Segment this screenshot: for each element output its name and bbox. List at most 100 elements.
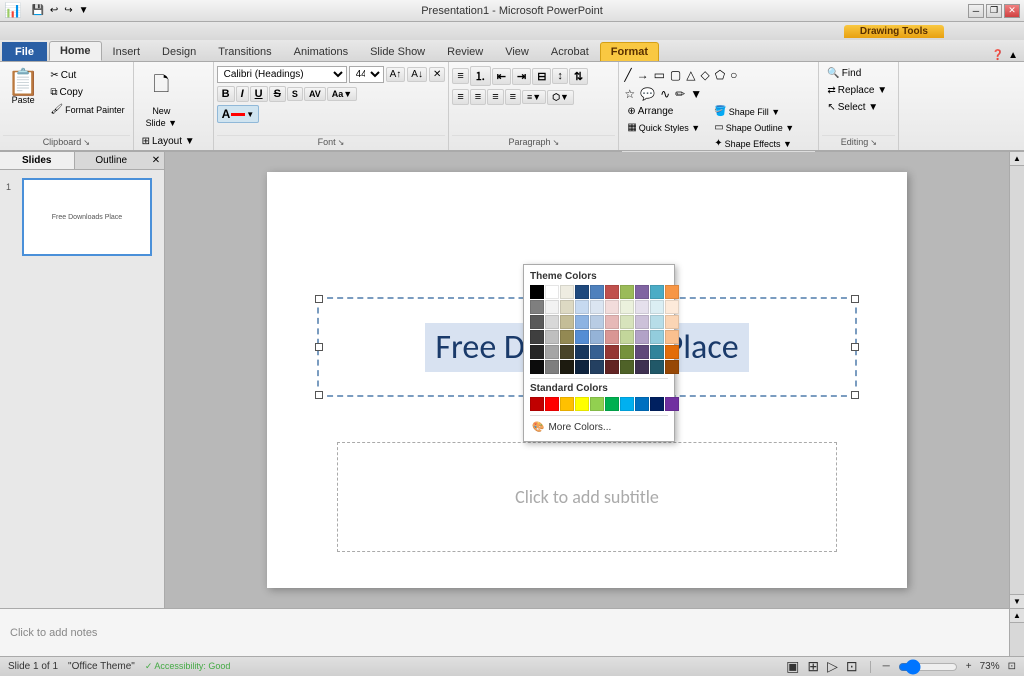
shape-effects-button[interactable]: ✦ Shape Effects ▼ [709, 136, 799, 151]
minimize-button[interactable]: ─ [968, 4, 984, 18]
shape-fill-button[interactable]: 🪣 Shape Fill ▼ [709, 104, 799, 119]
theme-color-cell[interactable] [590, 315, 604, 329]
theme-color-cell[interactable] [650, 330, 664, 344]
theme-color-cell[interactable] [605, 315, 619, 329]
shape-freeform[interactable]: ✏ [673, 85, 687, 103]
theme-color-cell[interactable] [665, 285, 679, 299]
theme-color-cell[interactable] [650, 315, 664, 329]
scroll-down-button[interactable]: ▼ [1010, 594, 1024, 608]
theme-color-cell[interactable] [620, 315, 634, 329]
theme-color-cell[interactable] [620, 360, 634, 374]
justify-button[interactable]: ≡ [505, 89, 521, 105]
theme-color-cell[interactable] [545, 345, 559, 359]
zoom-slider[interactable] [898, 661, 958, 673]
bold-button[interactable]: B [217, 86, 235, 102]
align-center-button[interactable]: ≡ [470, 89, 486, 105]
standard-color-cell[interactable] [650, 397, 664, 411]
theme-color-cell[interactable] [665, 315, 679, 329]
theme-color-cell[interactable] [530, 330, 544, 344]
minimize-ribbon-icon[interactable]: ▲ [1008, 50, 1018, 61]
tab-transitions[interactable]: Transitions [207, 42, 282, 61]
restore-button[interactable]: ❐ [986, 4, 1002, 18]
theme-color-cell[interactable] [560, 330, 574, 344]
cut-button[interactable]: ✂ Cut [45, 68, 129, 83]
theme-color-cell[interactable] [605, 345, 619, 359]
fit-window-button[interactable]: ⊡ [1008, 661, 1016, 672]
help-icon[interactable]: ❓ [992, 50, 1004, 61]
theme-color-cell[interactable] [560, 360, 574, 374]
theme-color-cell[interactable] [575, 315, 589, 329]
theme-color-cell[interactable] [665, 345, 679, 359]
view-slideshow-button[interactable]: ⊡ [846, 658, 858, 675]
tab-acrobat[interactable]: Acrobat [540, 42, 600, 61]
paste-button[interactable]: 📋 Paste [3, 66, 43, 108]
shape-pentagon[interactable]: ⬠ [713, 66, 727, 84]
tab-file[interactable]: File [2, 42, 47, 61]
standard-color-cell[interactable] [620, 397, 634, 411]
slide-subtitle-box[interactable]: Click to add subtitle [337, 442, 837, 552]
theme-color-cell[interactable] [590, 330, 604, 344]
find-button[interactable]: 🔍 Find [822, 66, 866, 81]
convert-smartart-button[interactable]: ⬡▼ [547, 90, 574, 105]
handle-middle-right[interactable] [851, 343, 859, 351]
theme-color-cell[interactable] [530, 345, 544, 359]
theme-color-cell[interactable] [575, 330, 589, 344]
view-reading-button[interactable]: ▷ [827, 658, 838, 675]
shape-callout[interactable]: 💬 [638, 85, 657, 103]
theme-color-cell[interactable] [575, 345, 589, 359]
align-right-button[interactable]: ≡ [487, 89, 503, 105]
theme-color-cell[interactable] [605, 330, 619, 344]
increase-indent-button[interactable]: ⇥ [512, 68, 531, 85]
increase-font-button[interactable]: A↑ [386, 67, 406, 82]
shape-curve[interactable]: ∿ [658, 85, 672, 103]
theme-color-cell[interactable] [635, 360, 649, 374]
theme-color-cell[interactable] [545, 285, 559, 299]
columns-button[interactable]: ⊟ [532, 68, 551, 85]
theme-color-cell[interactable] [560, 285, 574, 299]
tab-slide-show[interactable]: Slide Show [359, 42, 436, 61]
theme-color-cell[interactable] [560, 300, 574, 314]
theme-color-cell[interactable] [635, 315, 649, 329]
theme-color-cell[interactable] [635, 345, 649, 359]
theme-color-cell[interactable] [635, 330, 649, 344]
theme-color-cell[interactable] [530, 315, 544, 329]
shape-rounded-rect[interactable]: ▢ [668, 66, 683, 84]
shape-circle[interactable]: ○ [728, 66, 739, 84]
standard-color-cell[interactable] [560, 397, 574, 411]
view-slide-sorter-button[interactable]: ⊞ [807, 658, 819, 675]
theme-color-cell[interactable] [530, 360, 544, 374]
theme-color-cell[interactable] [545, 300, 559, 314]
tab-insert[interactable]: Insert [102, 42, 152, 61]
decrease-indent-button[interactable]: ⇤ [492, 68, 511, 85]
slides-tab[interactable]: Slides [0, 152, 75, 169]
standard-color-cell[interactable] [530, 397, 544, 411]
theme-color-cell[interactable] [560, 315, 574, 329]
theme-color-cell[interactable] [545, 315, 559, 329]
undo-button[interactable]: ↩ [48, 4, 60, 17]
strikethrough-button[interactable]: S [269, 86, 286, 102]
theme-color-cell[interactable] [650, 285, 664, 299]
more-colors-button[interactable]: 🎨 More Colors... [530, 420, 668, 435]
standard-color-cell[interactable] [545, 397, 559, 411]
handle-bottom-right[interactable] [851, 391, 859, 399]
close-sidebar-button[interactable]: ✕ [148, 152, 164, 169]
theme-color-cell[interactable] [575, 360, 589, 374]
shape-outline-button[interactable]: ▭ Shape Outline ▼ [709, 120, 799, 135]
zoom-out-button[interactable]: ─ [883, 661, 890, 672]
theme-color-cell[interactable] [545, 330, 559, 344]
theme-color-cell[interactable] [605, 285, 619, 299]
handle-middle-left[interactable] [315, 343, 323, 351]
theme-color-cell[interactable] [530, 300, 544, 314]
text-direction-button[interactable]: ⇅ [569, 68, 588, 85]
shadow-button[interactable]: S [287, 87, 303, 101]
theme-color-cell[interactable] [530, 285, 544, 299]
theme-color-cell[interactable] [620, 330, 634, 344]
outline-tab[interactable]: Outline [75, 152, 149, 169]
tab-design[interactable]: Design [151, 42, 207, 61]
arrange-button[interactable]: ⊕ Arrange [622, 104, 705, 119]
italic-button[interactable]: I [236, 86, 249, 102]
notes-scroll-up[interactable]: ▲ [1010, 609, 1024, 623]
theme-color-cell[interactable] [605, 300, 619, 314]
bullets-button[interactable]: ≡ [452, 68, 468, 84]
handle-top-right[interactable] [851, 295, 859, 303]
